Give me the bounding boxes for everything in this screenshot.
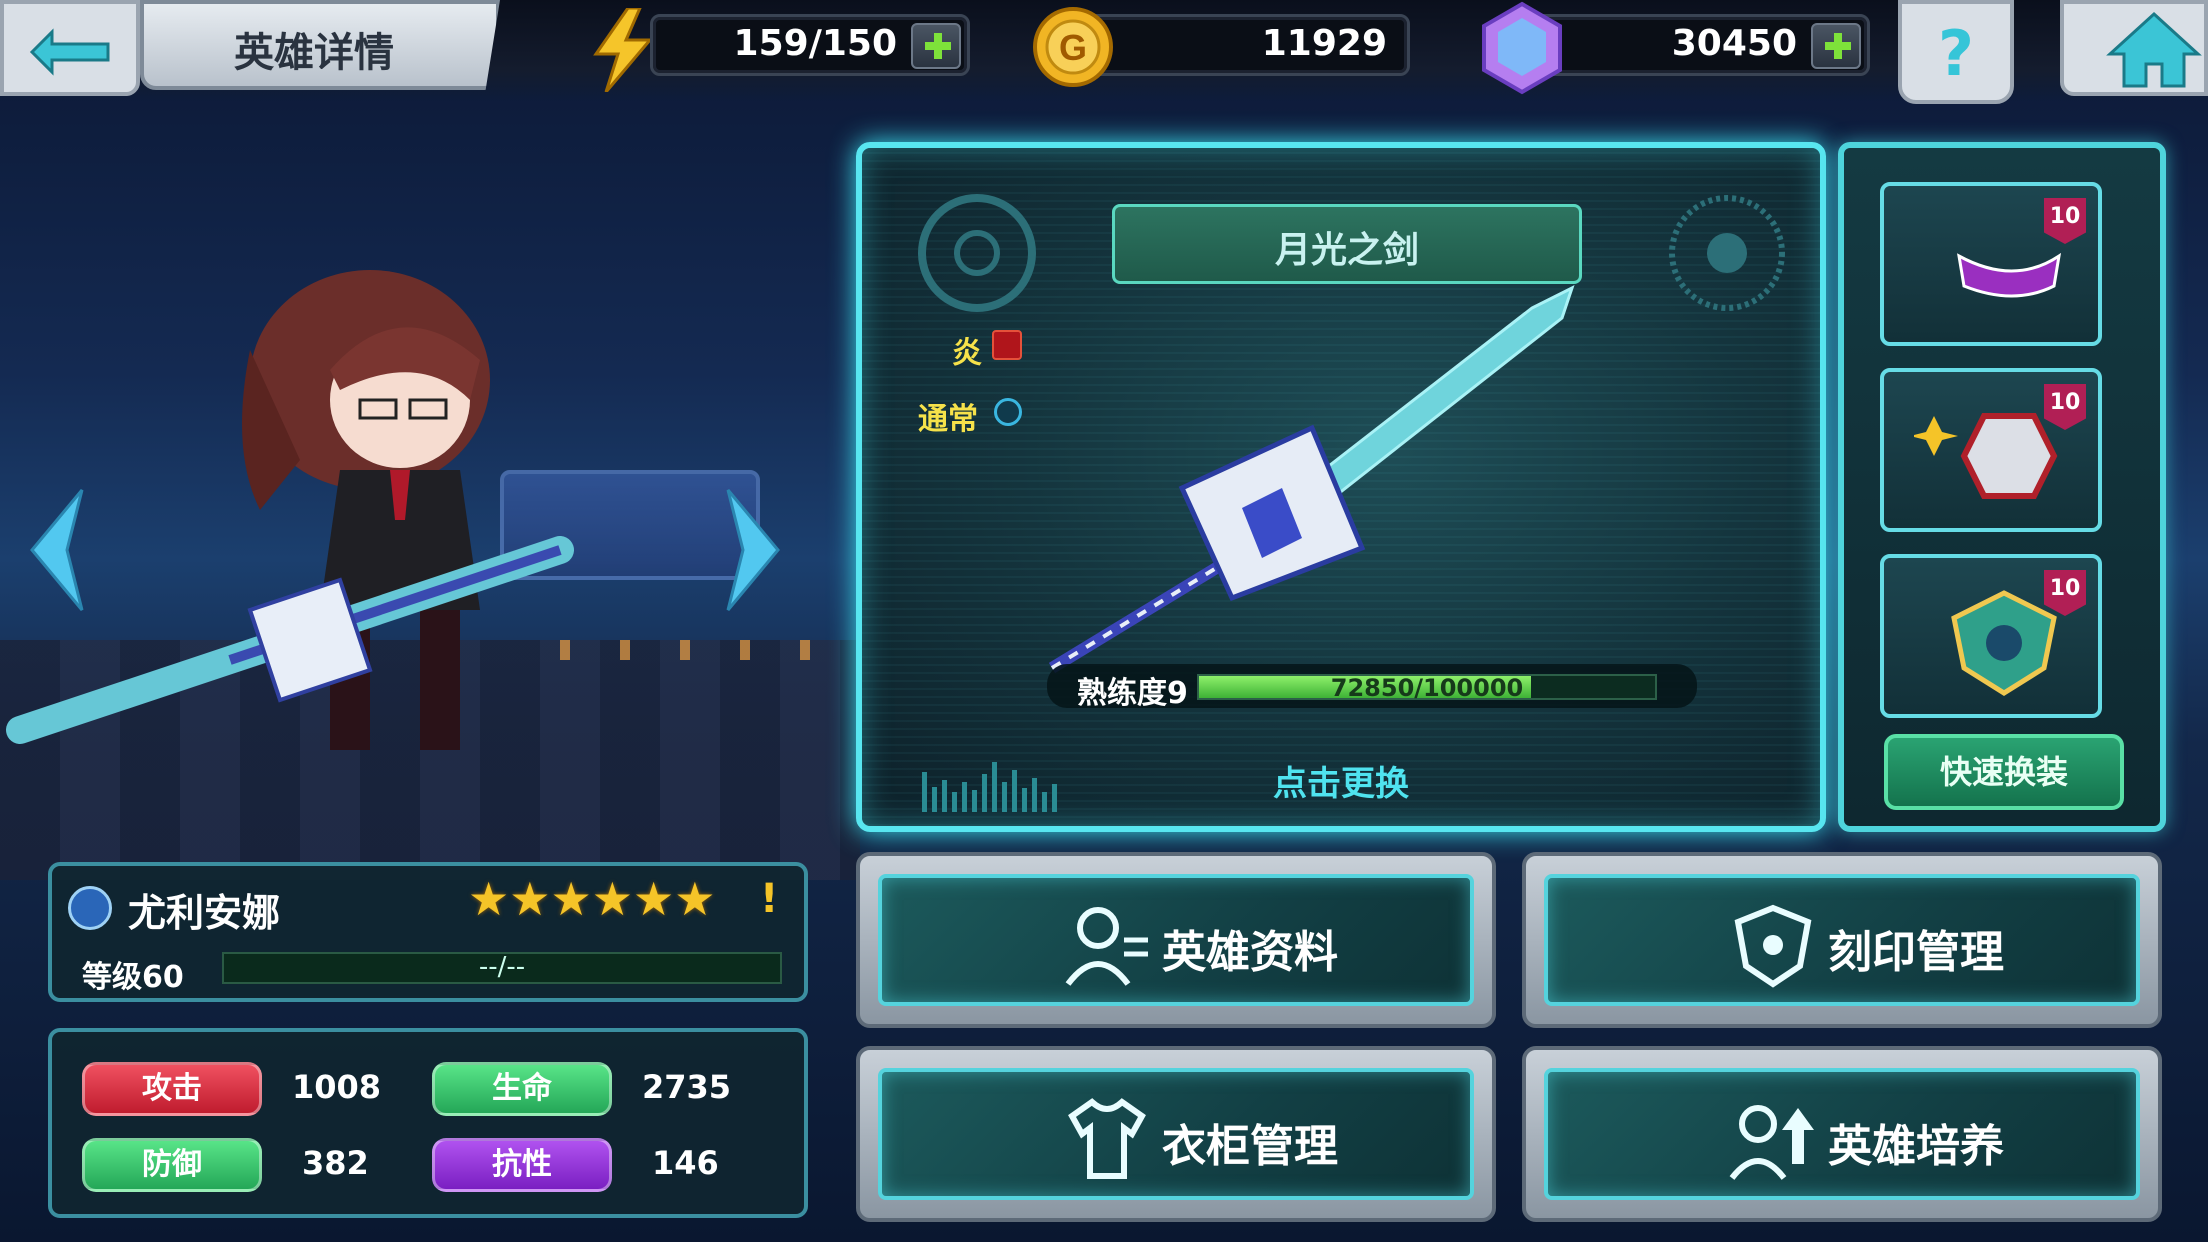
hero-stats-panel: 攻击 1008 生命 2735 防御 382 抗性 146	[48, 1028, 808, 1218]
alert-icon[interactable]: !	[760, 876, 778, 922]
home-icon	[2106, 11, 2202, 88]
user-profile-icon	[1065, 907, 1148, 986]
lightning-icon	[593, 8, 654, 92]
resist-label-chip: 抗性	[432, 1138, 612, 1192]
gold-counter: 11929	[1070, 14, 1410, 76]
proficiency-track: 72850/100000	[1197, 674, 1657, 702]
fire-element-icon	[992, 330, 1022, 360]
next-hero-arrow-icon[interactable]	[718, 480, 788, 620]
imprint-management-button[interactable]: 刻印管理	[1522, 852, 2162, 1028]
hero-info-panel: 尤利安娜 ★★★★★★ ! 等级60 --/--	[48, 862, 808, 1002]
add-energy-button[interactable]	[911, 23, 961, 69]
hero-level: 等级60	[82, 960, 184, 995]
back-arrow-icon	[29, 28, 110, 76]
attack-value: 1008	[292, 1068, 382, 1106]
gold-coin-icon: G	[1033, 7, 1113, 87]
wardrobe-button-face: 衣柜管理	[878, 1068, 1474, 1200]
equipment-panel: 10 10 10 快速换装	[1838, 142, 2166, 832]
hero-character	[6, 270, 574, 750]
energy-counter: 159/150	[650, 14, 970, 76]
proficiency-bar: 熟练度9 72850/100000	[1047, 664, 1697, 711]
hp-value: 2735	[642, 1068, 732, 1106]
equipment-slot-1[interactable]: 10	[1880, 182, 2102, 346]
training-label: 英雄培养	[1828, 1121, 2004, 1172]
weapon-sword-image	[1048, 285, 1575, 674]
attack-label-chip: 攻击	[82, 1062, 262, 1116]
proficiency-label: 熟练度9	[1077, 676, 1188, 711]
energy-value: 159/150	[733, 23, 897, 64]
weapon-element: 炎	[952, 336, 982, 371]
back-button[interactable]	[0, 0, 140, 96]
defense-label-chip: 防御	[82, 1138, 262, 1192]
quick-change-button[interactable]: 快速换装	[1884, 734, 2124, 810]
wing-accessory-icon	[1957, 252, 2062, 298]
hero-name: 尤利安娜	[128, 891, 281, 935]
hero-info-button[interactable]: 英雄资料	[856, 852, 1496, 1028]
target-reticle-icon	[918, 194, 1036, 312]
imprint-button-face: 刻印管理	[1544, 874, 2140, 1006]
hero-star-rating: ★★★★★★	[468, 872, 716, 926]
level-progress-value: --/--	[478, 952, 526, 982]
home-button[interactable]	[2060, 0, 2208, 96]
hero-info-label: 英雄资料	[1162, 927, 1338, 978]
hp-label-chip: 生命	[432, 1062, 612, 1116]
gold-value: 11929	[1261, 23, 1387, 64]
level-progress-track: --/--	[222, 952, 782, 984]
previous-hero-arrow-icon[interactable]	[22, 480, 92, 620]
help-icon: ?	[1938, 17, 1974, 90]
radar-dial-icon	[1669, 195, 1785, 311]
hero-info-button-face: 英雄资料	[878, 874, 1474, 1006]
change-weapon-button[interactable]: 点击更换	[862, 756, 1820, 805]
wardrobe-label: 衣柜管理	[1162, 1121, 1338, 1172]
normal-attack-icon	[994, 398, 1022, 426]
imprint-shield-icon	[1734, 904, 1812, 988]
training-upgrade-icon	[1729, 1105, 1814, 1180]
equipment-slot-3[interactable]: 10	[1880, 554, 2102, 718]
resist-value: 146	[652, 1144, 719, 1182]
shirt-icon	[1068, 1098, 1146, 1179]
gem-counter: 30450	[1520, 14, 1870, 76]
add-gem-button[interactable]	[1811, 23, 1861, 69]
wardrobe-management-button[interactable]: 衣柜管理	[856, 1046, 1496, 1222]
quick-change-label: 快速换装	[1939, 753, 2068, 791]
weapon-name-bar: 月光之剑	[1112, 204, 1582, 284]
hero-training-button[interactable]: 英雄培养	[1522, 1046, 2162, 1222]
title-plate: 英雄详情	[140, 0, 500, 90]
hero-class-icon	[68, 886, 112, 930]
gem-icon	[1482, 1, 1562, 95]
help-button[interactable]: ?	[1898, 0, 2014, 104]
gem-value: 30450	[1671, 23, 1797, 64]
weapon-attack-type: 通常	[918, 402, 978, 437]
weapon-name: 月光之剑	[1274, 230, 1419, 271]
defense-value: 382	[302, 1144, 369, 1182]
svg-text:G: G	[1059, 27, 1087, 68]
weapon-panel[interactable]: 月光之剑 炎 通常 熟练度9 72850/100000 点击更换	[856, 142, 1826, 832]
equipment-slot-2[interactable]: 10	[1880, 368, 2102, 532]
imprint-label: 刻印管理	[1828, 927, 2004, 978]
page-title: 英雄详情	[234, 30, 394, 76]
training-button-face: 英雄培养	[1544, 1068, 2140, 1200]
proficiency-value: 72850/100000	[1330, 674, 1524, 702]
